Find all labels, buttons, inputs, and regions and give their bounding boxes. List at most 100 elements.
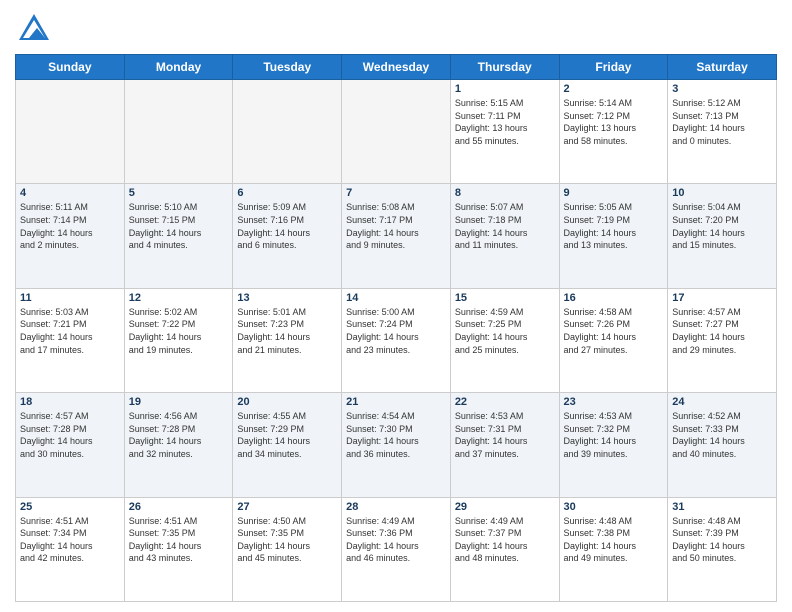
day-number: 23 — [564, 396, 664, 408]
calendar-cell: 16Sunrise: 4:58 AM Sunset: 7:26 PM Dayli… — [559, 288, 668, 392]
calendar-cell — [124, 80, 233, 184]
day-info: Sunrise: 5:05 AM Sunset: 7:19 PM Dayligh… — [564, 201, 664, 251]
day-number: 17 — [672, 292, 772, 304]
day-number: 7 — [346, 187, 446, 199]
day-number: 3 — [672, 83, 772, 95]
logo-icon — [15, 10, 53, 48]
calendar-cell: 8Sunrise: 5:07 AM Sunset: 7:18 PM Daylig… — [450, 184, 559, 288]
calendar-cell — [342, 80, 451, 184]
calendar-cell: 4 Sunrise: 5:11 AM Sunset: 7:14 PM Daylig… — [16, 184, 125, 288]
day-info: Sunrise: 4:54 AM Sunset: 7:30 PM Dayligh… — [346, 410, 446, 460]
day-number: 28 — [346, 501, 446, 513]
calendar-cell: 13 Sunrise: 5:01 AM Sunset: 7:23 PM Dayli… — [233, 288, 342, 392]
weekday-header-tuesday: Tuesday — [233, 55, 342, 80]
day-info: Sunrise: 4:55 AM Sunset: 7:29 PM Dayligh… — [237, 410, 337, 460]
day-info: Sunrise: 5:00 AM Sunset: 7:24 PM Dayligh… — [346, 306, 446, 356]
calendar-cell: 15 Sunrise: 4:59 AM Sunset: 7:25 PM Dayli… — [450, 288, 559, 392]
day-number: 20 — [237, 396, 337, 408]
weekday-header-monday: Monday — [124, 55, 233, 80]
day-info: Sunrise: 5:07 AM Sunset: 7:18 PM Dayligh… — [455, 201, 555, 251]
calendar-week-row: 18Sunrise: 4:57 AM Sunset: 7:28 PM Dayli… — [16, 393, 777, 497]
calendar-cell: 28 Sunrise: 4:49 AM Sunset: 7:36 PM Dayli… — [342, 497, 451, 601]
day-number: 30 — [564, 501, 664, 513]
day-number: 22 — [455, 396, 555, 408]
day-number: 2 — [564, 83, 664, 95]
day-number: 29 — [455, 501, 555, 513]
day-number: 6 — [237, 187, 337, 199]
day-number: 1 — [455, 83, 555, 95]
calendar-cell: 23 Sunrise: 4:53 AM Sunset: 7:32 PM Dayli… — [559, 393, 668, 497]
calendar-cell: 9 Sunrise: 5:05 AM Sunset: 7:19 PM Daylig… — [559, 184, 668, 288]
calendar-cell: 31 Sunrise: 4:48 AM Sunset: 7:39 PM Dayli… — [668, 497, 777, 601]
calendar-cell: 11 Sunrise: 5:03 AM Sunset: 7:21 PM Dayli… — [16, 288, 125, 392]
calendar-cell: 12 Sunrise: 5:02 AM Sunset: 7:22 PM Dayli… — [124, 288, 233, 392]
day-number: 5 — [129, 187, 229, 199]
day-number: 14 — [346, 292, 446, 304]
day-number: 19 — [129, 396, 229, 408]
calendar-cell: 10Sunrise: 5:04 AM Sunset: 7:20 PM Dayli… — [668, 184, 777, 288]
calendar-cell: 20 Sunrise: 4:55 AM Sunset: 7:29 PM Dayli… — [233, 393, 342, 497]
day-info: Sunrise: 4:51 AM Sunset: 7:35 PM Dayligh… — [129, 515, 229, 565]
weekday-header-thursday: Thursday — [450, 55, 559, 80]
calendar-cell: 7 Sunrise: 5:08 AM Sunset: 7:17 PM Daylig… — [342, 184, 451, 288]
calendar-cell — [233, 80, 342, 184]
day-number: 26 — [129, 501, 229, 513]
calendar-week-row: 1 Sunrise: 5:15 AM Sunset: 7:11 PM Daylig… — [16, 80, 777, 184]
day-info: Sunrise: 5:09 AM Sunset: 7:16 PM Dayligh… — [237, 201, 337, 251]
day-info: Sunrise: 5:12 AM Sunset: 7:13 PM Dayligh… — [672, 97, 772, 147]
day-info: Sunrise: 4:56 AM Sunset: 7:28 PM Dayligh… — [129, 410, 229, 460]
day-info: Sunrise: 4:48 AM Sunset: 7:39 PM Dayligh… — [672, 515, 772, 565]
calendar-cell: 14 Sunrise: 5:00 AM Sunset: 7:24 PM Dayli… — [342, 288, 451, 392]
day-info: Sunrise: 4:49 AM Sunset: 7:37 PM Dayligh… — [455, 515, 555, 565]
day-info: Sunrise: 5:14 AM Sunset: 7:12 PM Dayligh… — [564, 97, 664, 147]
day-number: 4 — [20, 187, 120, 199]
calendar-cell: 6 Sunrise: 5:09 AM Sunset: 7:16 PM Daylig… — [233, 184, 342, 288]
day-info: Sunrise: 4:52 AM Sunset: 7:33 PM Dayligh… — [672, 410, 772, 460]
calendar-cell — [16, 80, 125, 184]
day-number: 12 — [129, 292, 229, 304]
day-info: Sunrise: 4:57 AM Sunset: 7:27 PM Dayligh… — [672, 306, 772, 356]
day-info: Sunrise: 4:51 AM Sunset: 7:34 PM Dayligh… — [20, 515, 120, 565]
day-number: 24 — [672, 396, 772, 408]
calendar-cell: 21 Sunrise: 4:54 AM Sunset: 7:30 PM Dayli… — [342, 393, 451, 497]
day-info: Sunrise: 5:04 AM Sunset: 7:20 PM Dayligh… — [672, 201, 772, 251]
calendar-week-row: 4 Sunrise: 5:11 AM Sunset: 7:14 PM Daylig… — [16, 184, 777, 288]
calendar-cell: 27Sunrise: 4:50 AM Sunset: 7:35 PM Dayli… — [233, 497, 342, 601]
calendar-cell: 5 Sunrise: 5:10 AM Sunset: 7:15 PM Daylig… — [124, 184, 233, 288]
calendar-cell: 17 Sunrise: 4:57 AM Sunset: 7:27 PM Dayli… — [668, 288, 777, 392]
calendar-cell: 18Sunrise: 4:57 AM Sunset: 7:28 PM Dayli… — [16, 393, 125, 497]
calendar-table: SundayMondayTuesdayWednesdayThursdayFrid… — [15, 54, 777, 602]
day-info: Sunrise: 5:02 AM Sunset: 7:22 PM Dayligh… — [129, 306, 229, 356]
weekday-header-sunday: Sunday — [16, 55, 125, 80]
calendar-week-row: 11 Sunrise: 5:03 AM Sunset: 7:21 PM Dayli… — [16, 288, 777, 392]
day-number: 31 — [672, 501, 772, 513]
calendar-cell: 2 Sunrise: 5:14 AM Sunset: 7:12 PM Daylig… — [559, 80, 668, 184]
weekday-header-wednesday: Wednesday — [342, 55, 451, 80]
calendar-cell: 24 Sunrise: 4:52 AM Sunset: 7:33 PM Dayli… — [668, 393, 777, 497]
day-info: Sunrise: 4:58 AM Sunset: 7:26 PM Dayligh… — [564, 306, 664, 356]
day-info: Sunrise: 4:53 AM Sunset: 7:32 PM Dayligh… — [564, 410, 664, 460]
day-number: 13 — [237, 292, 337, 304]
day-number: 11 — [20, 292, 120, 304]
day-info: Sunrise: 5:10 AM Sunset: 7:15 PM Dayligh… — [129, 201, 229, 251]
calendar-cell: 19 Sunrise: 4:56 AM Sunset: 7:28 PM Dayli… — [124, 393, 233, 497]
day-info: Sunrise: 4:49 AM Sunset: 7:36 PM Dayligh… — [346, 515, 446, 565]
page: SundayMondayTuesdayWednesdayThursdayFrid… — [0, 0, 792, 612]
day-info: Sunrise: 5:01 AM Sunset: 7:23 PM Dayligh… — [237, 306, 337, 356]
weekday-header-friday: Friday — [559, 55, 668, 80]
day-number: 21 — [346, 396, 446, 408]
day-info: Sunrise: 4:59 AM Sunset: 7:25 PM Dayligh… — [455, 306, 555, 356]
calendar-cell: 26 Sunrise: 4:51 AM Sunset: 7:35 PM Dayli… — [124, 497, 233, 601]
calendar-cell: 22Sunrise: 4:53 AM Sunset: 7:31 PM Dayli… — [450, 393, 559, 497]
calendar-cell: 25Sunrise: 4:51 AM Sunset: 7:34 PM Dayli… — [16, 497, 125, 601]
calendar-cell: 3 Sunrise: 5:12 AM Sunset: 7:13 PM Daylig… — [668, 80, 777, 184]
day-info: Sunrise: 4:50 AM Sunset: 7:35 PM Dayligh… — [237, 515, 337, 565]
day-number: 15 — [455, 292, 555, 304]
day-number: 9 — [564, 187, 664, 199]
day-info: Sunrise: 5:15 AM Sunset: 7:11 PM Dayligh… — [455, 97, 555, 147]
logo — [15, 10, 53, 48]
day-info: Sunrise: 5:08 AM Sunset: 7:17 PM Dayligh… — [346, 201, 446, 251]
calendar-cell: 29 Sunrise: 4:49 AM Sunset: 7:37 PM Dayli… — [450, 497, 559, 601]
day-info: Sunrise: 5:03 AM Sunset: 7:21 PM Dayligh… — [20, 306, 120, 356]
day-info: Sunrise: 5:11 AM Sunset: 7:14 PM Dayligh… — [20, 201, 120, 251]
